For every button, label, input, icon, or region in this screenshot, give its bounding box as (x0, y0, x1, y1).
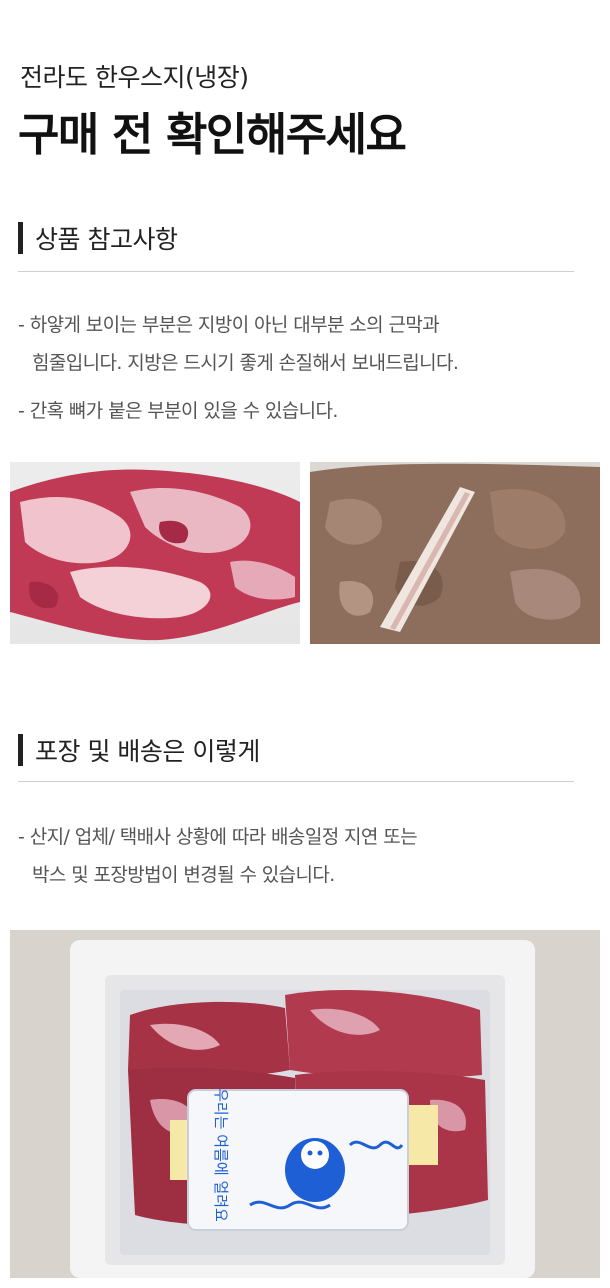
ice-pack-text: 우리는 여름에 얼려요 (212, 1088, 230, 1222)
section-accent-bar (18, 222, 23, 254)
section-accent-bar (18, 734, 23, 766)
packaging-illustration: 우리는 여름에 얼려요 (10, 930, 600, 1278)
note-line: - 산지/ 업체/ 택배사 상황에 따라 배송일정 지연 또는 (18, 826, 418, 848)
note-line: 힘줄입니다. 지방은 드시기 좋게 손질해서 보내드립니다. (18, 344, 459, 382)
section-title-reference: 상품 참고사항 (35, 225, 178, 254)
cooked-tendon-illustration (310, 462, 600, 644)
section-divider (18, 781, 574, 782)
bone-attached-photo (310, 462, 600, 644)
section-header-packaging: 포장 및 배송은 이렇게 (18, 732, 260, 768)
product-subtitle: 전라도 한우스지(냉장) (20, 63, 249, 92)
section-header-reference: 상품 참고사항 (18, 220, 178, 256)
note-line: - 간혹 뼈가 붙은 부분이 있을 수 있습니다. (18, 400, 338, 422)
section-title-packaging: 포장 및 배송은 이렇게 (35, 737, 260, 766)
raw-tendon-illustration (10, 469, 300, 641)
note-line-continued: 힘줄입니다. 지방은 드시기 좋게 손질해서 보내드립니다. (32, 352, 459, 374)
page: 전라도 한우스지(냉장) 구매 전 확인해주세요 상품 참고사항 - 하얗게 보… (0, 0, 610, 1288)
section-divider (18, 271, 574, 272)
raw-tendon-photo (10, 462, 300, 644)
note-line: 박스 및 포장방법이 변경될 수 있습니다. (18, 856, 335, 894)
note-line-continued: 박스 및 포장방법이 변경될 수 있습니다. (32, 864, 335, 886)
page-title: 구매 전 확인해주세요 (18, 108, 407, 161)
packaging-photo: 우리는 여름에 얼려요 (10, 930, 600, 1278)
note-line: - 하얗게 보이는 부분은 지방이 아닌 대부분 소의 근막과 (18, 314, 440, 336)
